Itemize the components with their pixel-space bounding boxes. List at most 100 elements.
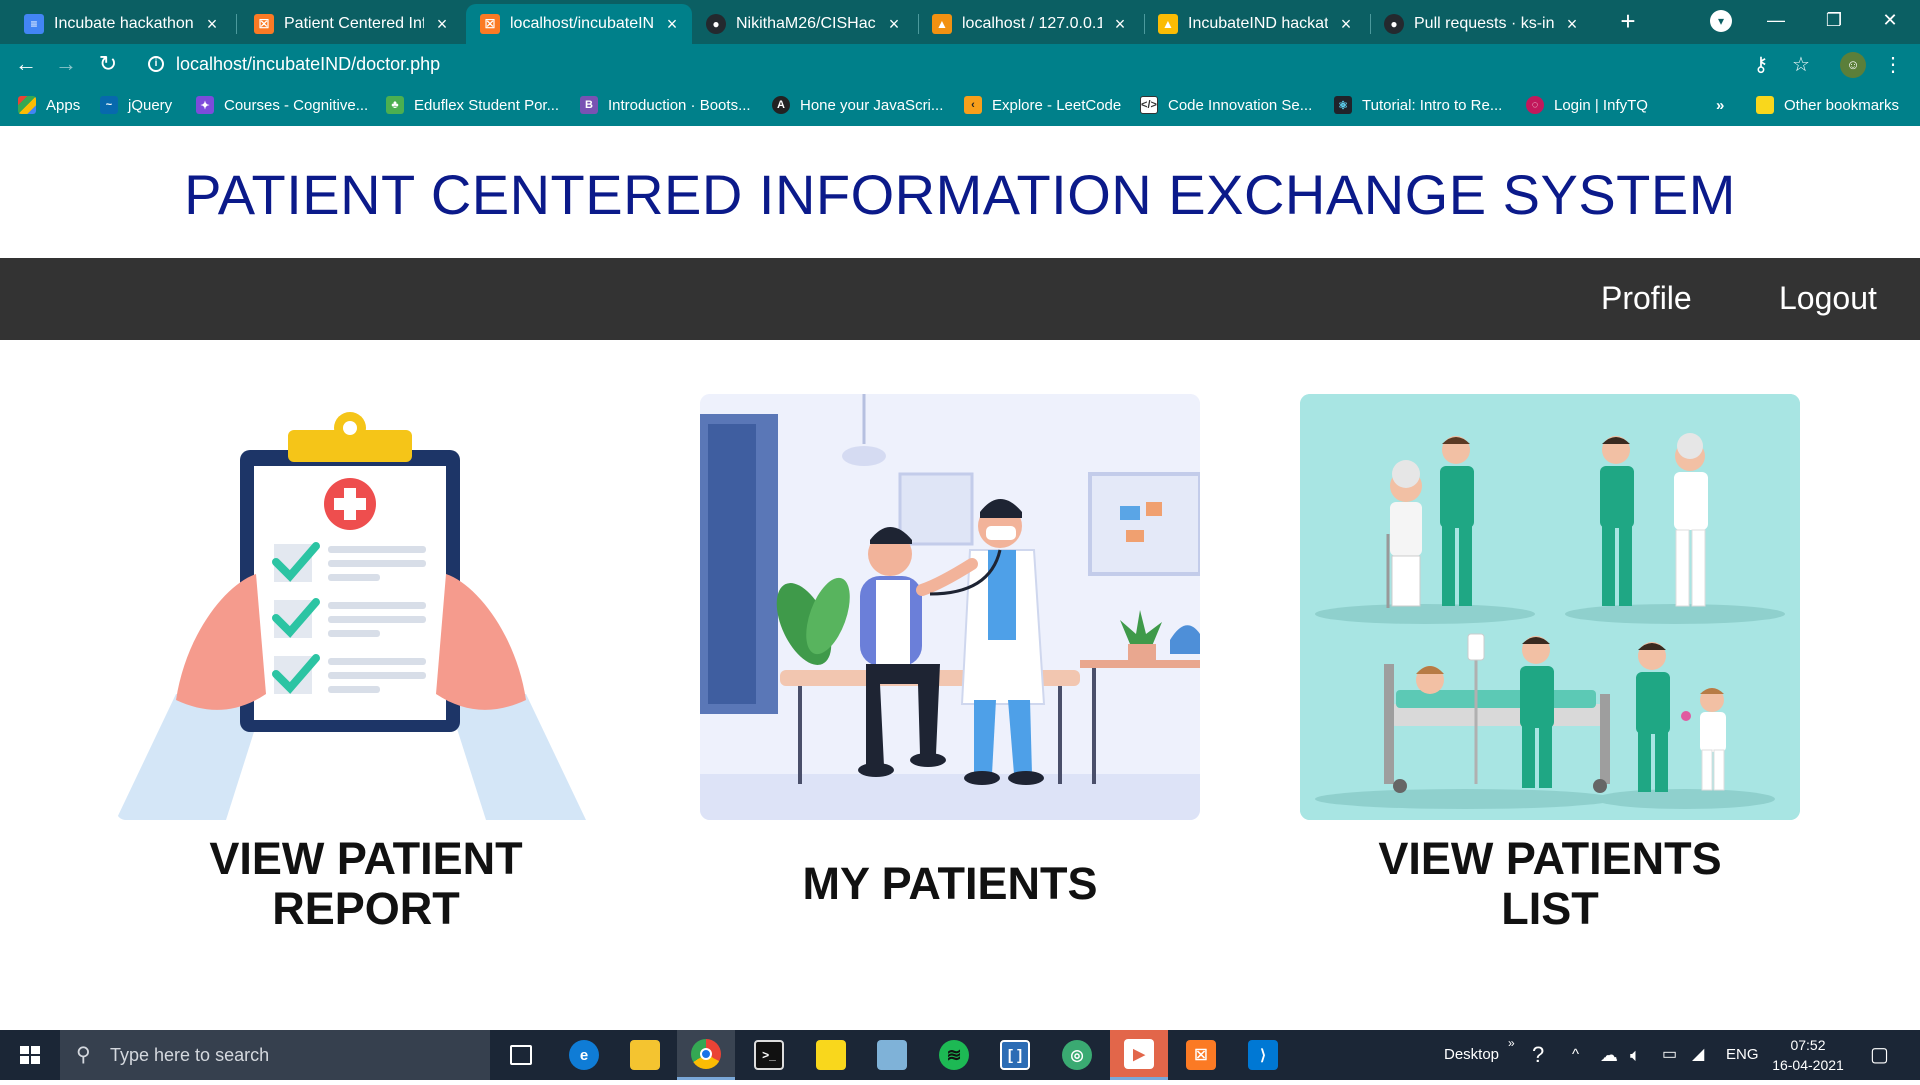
- page-title: PATIENT CENTERED INFORMATION EXCHANGE SY…: [184, 163, 1736, 226]
- forward-icon[interactable]: →: [52, 50, 80, 78]
- close-icon[interactable]: ×: [202, 14, 222, 35]
- bookmark-code-innovation[interactable]: </> Code Innovation Se...: [1140, 92, 1312, 118]
- restore-icon[interactable]: ❐: [1804, 4, 1864, 36]
- battery-icon[interactable]: ▭: [1662, 1030, 1677, 1080]
- github-icon: ●: [1384, 14, 1404, 34]
- task-view-button[interactable]: [492, 1030, 550, 1080]
- address-bar[interactable]: i localhost/incubateIND/doctor.php: [136, 49, 1826, 79]
- taskbar-edge[interactable]: e: [555, 1030, 613, 1080]
- terminal-icon: >_: [754, 1040, 784, 1070]
- taskbar-file-explorer[interactable]: [616, 1030, 674, 1080]
- clock[interactable]: 07:52 16-04-2021: [1758, 1035, 1858, 1075]
- bookmark-eduflex[interactable]: ♣ Eduflex Student Por...: [386, 92, 559, 118]
- tab-incubate-hackathon[interactable]: ≡ Incubate hackathon - ×: [10, 4, 232, 44]
- start-button[interactable]: [0, 1030, 60, 1080]
- close-icon[interactable]: ×: [432, 14, 452, 35]
- card-label-line1: VIEW PATIENT: [209, 833, 523, 884]
- chevron-up-icon[interactable]: ^: [1572, 1030, 1579, 1080]
- reload-icon[interactable]: ↻: [94, 50, 122, 78]
- desktop-toolbar-label[interactable]: Desktop: [1444, 1030, 1499, 1080]
- site-info-icon[interactable]: i: [148, 56, 164, 72]
- bookmark-star-icon[interactable]: ☆: [1788, 52, 1814, 78]
- bookmark-infytq[interactable]: ◌ Login | InfyTQ: [1526, 92, 1648, 118]
- globe-app-icon: ◎: [1062, 1040, 1092, 1070]
- browser-toolbar: ← → ↻ i localhost/incubateIND/doctor.php…: [0, 44, 1920, 84]
- profile-link[interactable]: Profile: [1601, 278, 1692, 318]
- bracket-app-icon: [ ]: [1000, 1040, 1030, 1070]
- eduflex-icon: ♣: [386, 96, 404, 114]
- logout-link[interactable]: Logout: [1779, 278, 1877, 318]
- xampp-icon: ☒: [480, 14, 500, 34]
- wifi-icon[interactable]: ◢: [1692, 1030, 1704, 1080]
- taskbar-notepad[interactable]: [863, 1030, 921, 1080]
- bookmark-courses-cognitive[interactable]: ✦ Courses - Cognitive...: [196, 92, 368, 118]
- toolbar-expand-icon[interactable]: »: [1508, 1030, 1515, 1080]
- notepad-icon: [877, 1040, 907, 1070]
- close-icon[interactable]: ×: [1336, 14, 1356, 35]
- github-icon: ●: [706, 14, 726, 34]
- bookmark-react-tutorial[interactable]: ⚛ Tutorial: Intro to Re...: [1334, 92, 1502, 118]
- url-text: localhost/incubateIND/doctor.php: [176, 54, 441, 74]
- react-icon: ⚛: [1334, 96, 1352, 114]
- close-icon[interactable]: ×: [1110, 14, 1130, 35]
- search-icon: ⚲: [76, 1044, 91, 1066]
- taskbar-search-input[interactable]: ⚲ Type here to search: [60, 1030, 490, 1080]
- clipboard-checklist-illustration[interactable]: [116, 394, 616, 820]
- close-icon[interactable]: ×: [662, 14, 682, 35]
- tab-pull-requests[interactable]: ● Pull requests · ks-insti ×: [1370, 4, 1592, 44]
- tab-search-icon[interactable]: ▾: [1710, 10, 1732, 32]
- doctor-checkup-illustration[interactable]: [700, 394, 1200, 820]
- close-icon[interactable]: ×: [884, 14, 904, 35]
- taskbar-xampp[interactable]: ☒: [1172, 1030, 1230, 1080]
- avatar[interactable]: ☺: [1840, 52, 1866, 78]
- page-header: PATIENT CENTERED INFORMATION EXCHANGE SY…: [0, 126, 1920, 258]
- bookmark-apps[interactable]: Apps: [18, 92, 80, 118]
- notification-icon[interactable]: ▢: [1870, 1030, 1889, 1080]
- google-drive-icon: ▲: [1158, 14, 1178, 34]
- tab-localhost-incubateind[interactable]: ☒ localhost/incubateIND ×: [466, 4, 692, 44]
- taskbar-bracket-app[interactable]: [ ]: [986, 1030, 1044, 1080]
- taskbar-chrome[interactable]: [677, 1030, 735, 1080]
- volume-icon[interactable]: 🔈︎: [1630, 1030, 1641, 1080]
- back-icon[interactable]: ←: [12, 50, 40, 78]
- browser-tab-bar: ≡ Incubate hackathon - × ☒ Patient Cente…: [0, 0, 1920, 44]
- leetcode-icon: ‹: [964, 96, 982, 114]
- apps-grid-icon: [18, 96, 36, 114]
- xampp-icon: ☒: [254, 14, 274, 34]
- main-navbar: Profile Logout: [0, 258, 1920, 340]
- bookmark-codewars[interactable]: A Hone your JavaScri...: [772, 92, 943, 118]
- menu-icon[interactable]: ⋮: [1880, 52, 1906, 78]
- infytq-icon: ◌: [1526, 96, 1544, 114]
- taskbar-media-app[interactable]: ▶: [1110, 1030, 1168, 1080]
- bookmark-leetcode[interactable]: ‹ Explore - LeetCode: [964, 92, 1121, 118]
- vscode-icon: ⟩: [1248, 1040, 1278, 1070]
- cloud-icon[interactable]: ☁: [1600, 1030, 1618, 1080]
- folder-icon: [1756, 96, 1774, 114]
- tab-phpmyadmin[interactable]: ▲ localhost / 127.0.0.1 / ×: [918, 4, 1140, 44]
- bookmark-jquery[interactable]: ~ jQuery: [100, 92, 172, 118]
- bookmark-bootstrap[interactable]: B Introduction · Boots...: [580, 92, 751, 118]
- tab-google-drive[interactable]: ▲ IncubateIND hackatho ×: [1144, 4, 1366, 44]
- minimize-icon[interactable]: —: [1746, 4, 1806, 36]
- taskbar-globe-app[interactable]: ◎: [1048, 1030, 1106, 1080]
- key-icon[interactable]: ⚷: [1748, 52, 1774, 78]
- new-tab-button[interactable]: +: [1610, 6, 1646, 38]
- taskbar-spotify[interactable]: ≋: [925, 1030, 983, 1080]
- media-app-icon: ▶: [1124, 1038, 1154, 1069]
- tab-github-cishack[interactable]: ● NikithaM26/CISHack- ×: [692, 4, 914, 44]
- close-icon[interactable]: ×: [1562, 14, 1582, 35]
- card-label-line2: REPORT: [272, 883, 460, 934]
- clock-time: 07:52: [1790, 1037, 1826, 1053]
- doctors-with-patients-illustration[interactable]: [1300, 394, 1800, 820]
- bookmarks-overflow-button[interactable]: »: [1716, 92, 1724, 118]
- taskbar-terminal[interactable]: >_: [740, 1030, 798, 1080]
- tab-patient-centered[interactable]: ☒ Patient Centered Infor ×: [240, 4, 462, 44]
- windows-icon: [20, 1046, 40, 1064]
- help-icon[interactable]: ?: [1532, 1030, 1544, 1080]
- window-close-icon[interactable]: ✕: [1860, 4, 1920, 36]
- chrome-icon: [691, 1038, 721, 1069]
- taskbar-vscode[interactable]: ⟩: [1234, 1030, 1292, 1080]
- bookmark-other[interactable]: Other bookmarks: [1756, 92, 1899, 118]
- language-indicator[interactable]: ENG: [1726, 1030, 1759, 1080]
- taskbar-sticky-notes[interactable]: [802, 1030, 860, 1080]
